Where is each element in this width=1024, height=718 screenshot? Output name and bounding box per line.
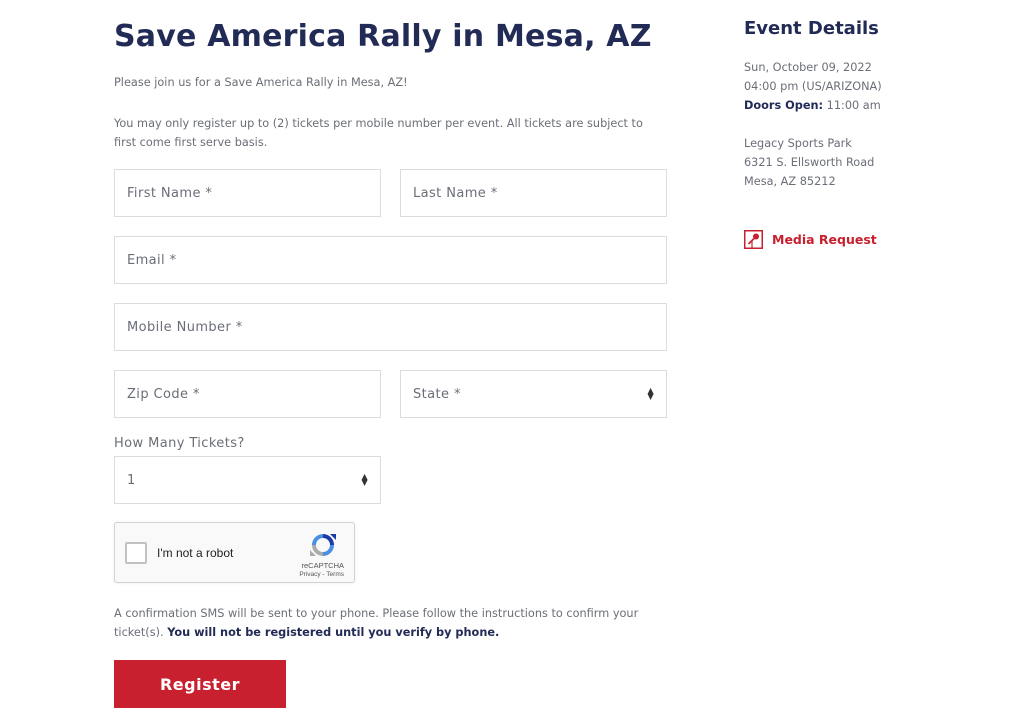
tickets-selected-value: 1: [127, 472, 136, 488]
recaptcha-links: Privacy - Terms: [299, 571, 344, 578]
select-arrows-icon: ▲ ▼: [647, 386, 654, 401]
tickets-select[interactable]: 1 ▲ ▼: [114, 456, 381, 504]
register-button[interactable]: Register: [114, 660, 286, 708]
recaptcha-terms-link[interactable]: Terms: [326, 571, 344, 578]
recaptcha-logo-icon: [310, 534, 336, 556]
recaptcha-brand: reCAPTCHA: [301, 561, 344, 570]
email-placeholder: Email *: [127, 252, 177, 268]
doors-open-time: 11:00 am: [826, 99, 881, 112]
zip-code-input[interactable]: Zip Code *: [114, 370, 381, 418]
venue-city: Mesa, AZ 85212: [744, 175, 836, 188]
page-title: Save America Rally in Mesa, AZ: [114, 19, 652, 54]
sms-confirmation-note: A confirmation SMS will be sent to your …: [114, 604, 667, 642]
venue-name: Legacy Sports Park: [744, 137, 852, 150]
last-name-input[interactable]: Last Name *: [400, 169, 667, 217]
mobile-number-placeholder: Mobile Number *: [127, 319, 243, 335]
state-select[interactable]: State * ▲ ▼: [400, 370, 667, 418]
zip-code-placeholder: Zip Code *: [127, 386, 200, 402]
sms-confirmation-warning: You will not be registered until you ver…: [167, 626, 500, 639]
first-name-placeholder: First Name *: [127, 185, 213, 201]
first-name-input[interactable]: First Name *: [114, 169, 381, 217]
event-details-title: Event Details: [744, 18, 879, 39]
recaptcha-checkbox[interactable]: [125, 542, 147, 564]
event-date: Sun, October 09, 2022: [744, 61, 872, 74]
media-request-label: Media Request: [772, 232, 877, 247]
last-name-placeholder: Last Name *: [413, 185, 498, 201]
venue-street: 6321 S. Ellsworth Road: [744, 156, 875, 169]
ticket-limit-notice: You may only register up to (2) tickets …: [114, 117, 643, 149]
microphone-icon: [744, 230, 763, 249]
state-selected-value: State *: [413, 386, 461, 402]
recaptcha-label: I'm not a robot: [157, 546, 234, 560]
mobile-number-input[interactable]: Mobile Number *: [114, 303, 667, 351]
media-request-link[interactable]: Media Request: [744, 230, 877, 249]
email-input[interactable]: Email *: [114, 236, 667, 284]
doors-open-label: Doors Open:: [744, 99, 824, 112]
select-arrows-icon: ▲ ▼: [361, 472, 368, 487]
recaptcha-widget: I'm not a robot reCAPTCHA Privacy - Term…: [114, 522, 355, 583]
doors-open: Doors Open: 11:00 am: [744, 99, 881, 112]
event-intro: Please join us for a Save America Rally …: [114, 76, 408, 89]
recaptcha-privacy-link[interactable]: Privacy: [299, 571, 320, 578]
tickets-label: How Many Tickets?: [114, 436, 245, 451]
event-time: 04:00 pm (US/ARIZONA): [744, 80, 882, 93]
